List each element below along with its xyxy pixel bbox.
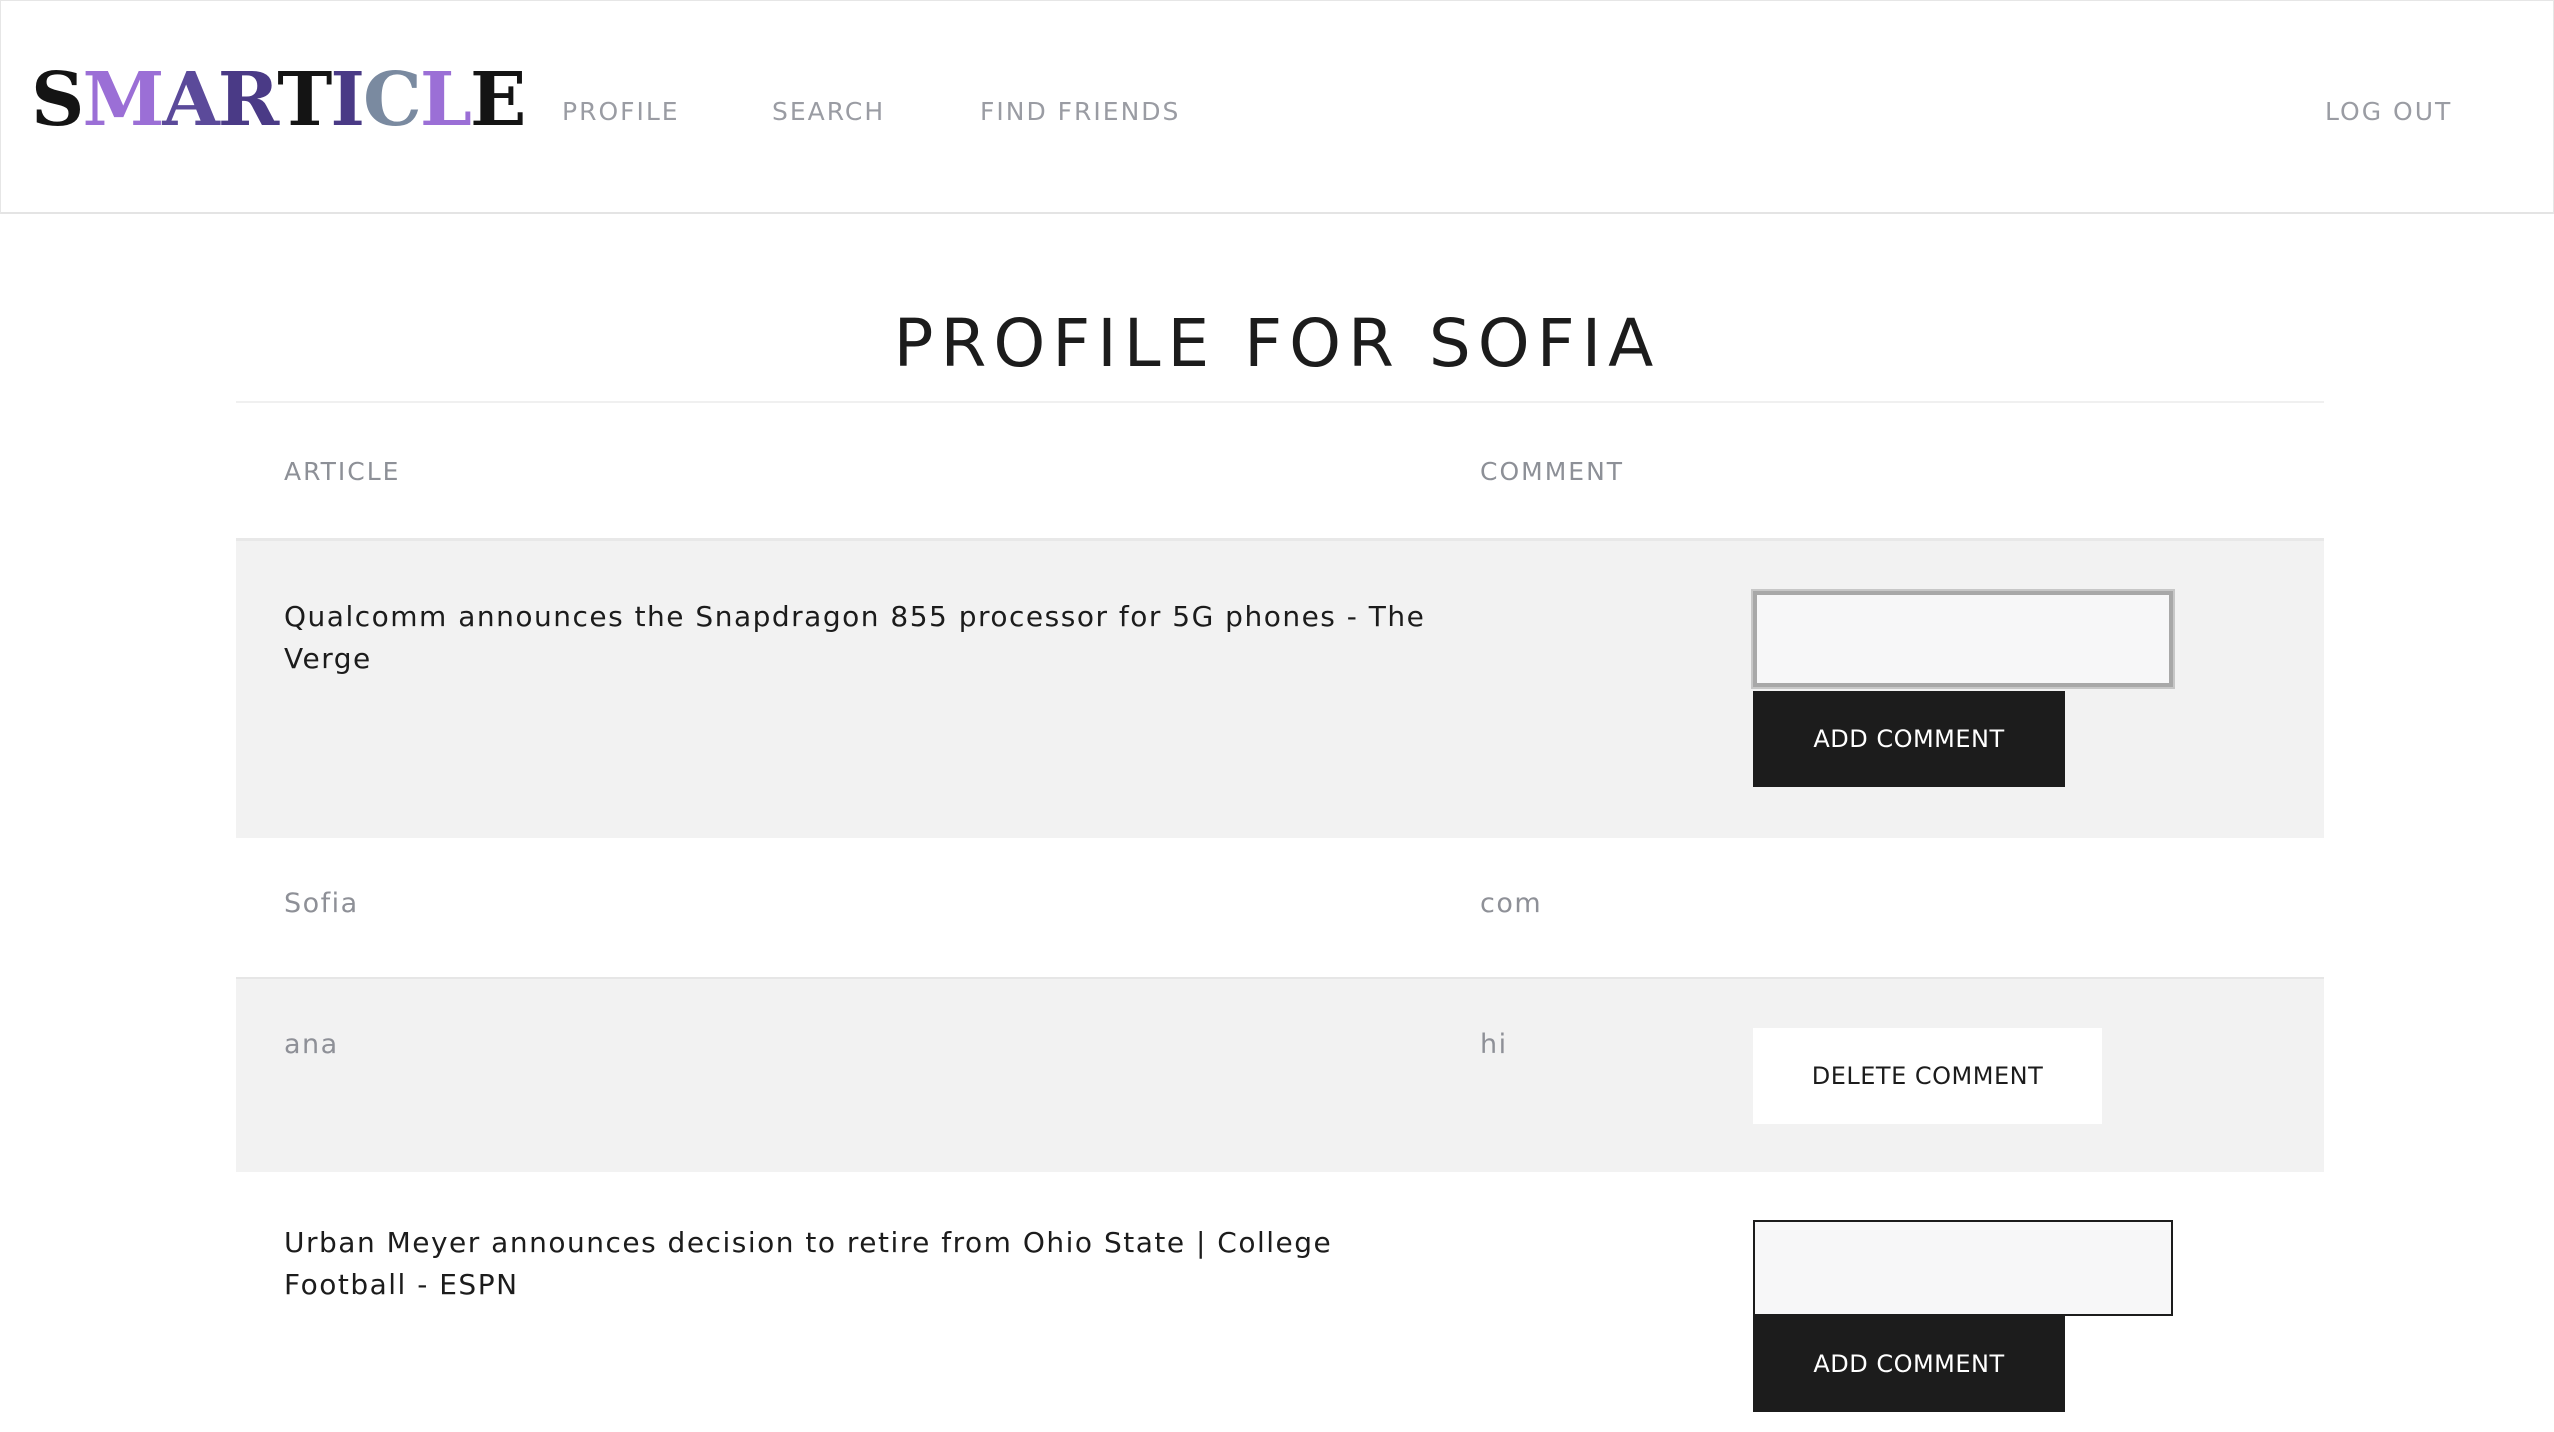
comment-author: Sofia bbox=[284, 888, 359, 919]
logo-letter-e: E bbox=[469, 57, 526, 143]
logo-letter-a: A bbox=[162, 57, 219, 143]
logo-letter-t: T bbox=[277, 57, 332, 143]
comment-text: hi bbox=[1480, 1029, 1508, 1060]
nav-find-friends-link[interactable]: FIND FRIENDS bbox=[980, 97, 1180, 126]
add-comment-button[interactable]: ADD COMMENT bbox=[1753, 1316, 2065, 1412]
page-title: PROFILE FOR SOFIA bbox=[893, 305, 1661, 382]
nav-profile-link[interactable]: PROFILE bbox=[562, 97, 680, 126]
column-header-article: ARTICLE bbox=[284, 457, 401, 486]
comment-input[interactable] bbox=[1753, 1220, 2173, 1316]
table-row: Qualcomm announces the Snapdragon 855 pr… bbox=[236, 541, 2324, 838]
profile-table: ARTICLE COMMENT Qualcomm announces the S… bbox=[236, 401, 2324, 1432]
logo-letter-s: S bbox=[31, 57, 84, 143]
navbar: SMARTICLE PROFILE SEARCH FIND FRIENDS LO… bbox=[0, 0, 2554, 214]
logo-letter-m: M bbox=[82, 57, 164, 143]
article-title: Urban Meyer announces decision to retire… bbox=[284, 1226, 1333, 1301]
logo-letter-l: L bbox=[419, 57, 472, 143]
comment-text: com bbox=[1480, 888, 1543, 919]
logo-letter-r: R bbox=[217, 57, 279, 143]
table-row: Urban Meyer announces decision to retire… bbox=[236, 1172, 2324, 1432]
brand-logo[interactable]: SMARTICLE bbox=[31, 57, 526, 143]
table-row: ana hi DELETE COMMENT bbox=[236, 977, 2324, 1172]
comment-input[interactable] bbox=[1751, 589, 2175, 689]
logo-letter-i: I bbox=[330, 57, 365, 143]
nav-logout-link[interactable]: LOG OUT bbox=[2325, 97, 2452, 126]
add-comment-button[interactable]: ADD COMMENT bbox=[1753, 691, 2065, 787]
delete-comment-button[interactable]: DELETE COMMENT bbox=[1753, 1028, 2102, 1124]
table-header: ARTICLE COMMENT bbox=[236, 403, 2324, 541]
column-header-comment: COMMENT bbox=[1480, 457, 1625, 486]
nav-search-link[interactable]: SEARCH bbox=[772, 97, 885, 126]
logo-letter-c: C bbox=[363, 57, 422, 143]
table-row: Sofia com bbox=[236, 838, 2324, 977]
comment-author: ana bbox=[284, 1029, 339, 1060]
article-title: Qualcomm announces the Snapdragon 855 pr… bbox=[284, 600, 1426, 675]
